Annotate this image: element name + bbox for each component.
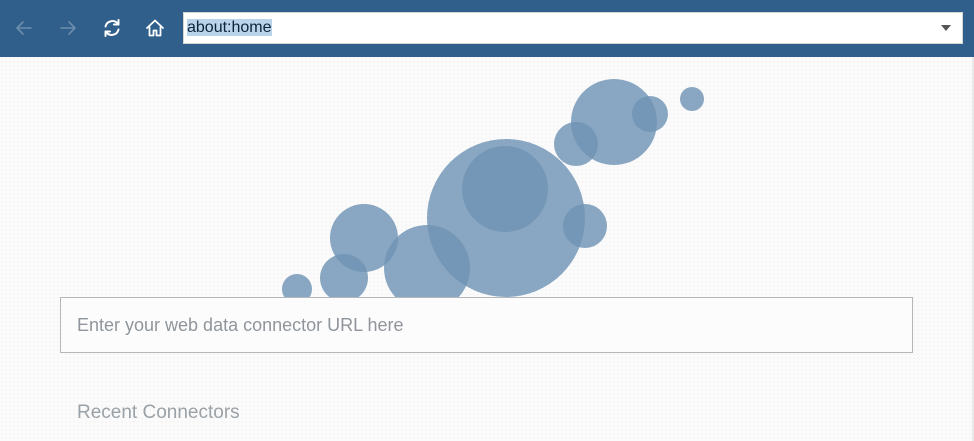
reload-button[interactable] bbox=[97, 11, 127, 45]
home-button[interactable] bbox=[140, 11, 170, 45]
reload-icon bbox=[104, 19, 120, 37]
arrow-right-icon bbox=[60, 21, 76, 35]
forward-button[interactable] bbox=[53, 11, 83, 45]
home-icon bbox=[146, 19, 164, 37]
bubble bbox=[632, 96, 668, 132]
address-dropdown-button[interactable] bbox=[934, 17, 958, 39]
browser-toolbar: about:home bbox=[0, 0, 974, 57]
bubble bbox=[563, 204, 607, 248]
recent-connectors-heading: Recent Connectors bbox=[77, 402, 240, 423]
bubbles-illustration bbox=[0, 57, 974, 297]
address-value: about:home bbox=[187, 19, 272, 36]
address-input[interactable]: about:home bbox=[187, 17, 927, 39]
arrow-left-icon bbox=[16, 21, 32, 35]
caret-down-icon bbox=[941, 25, 951, 31]
back-button[interactable] bbox=[9, 11, 39, 45]
connector-url-input[interactable] bbox=[60, 297, 913, 353]
bubble bbox=[282, 274, 312, 297]
bubble bbox=[680, 87, 704, 111]
bubble bbox=[554, 122, 598, 166]
address-bar[interactable]: about:home bbox=[183, 12, 963, 44]
bubble bbox=[462, 146, 548, 232]
